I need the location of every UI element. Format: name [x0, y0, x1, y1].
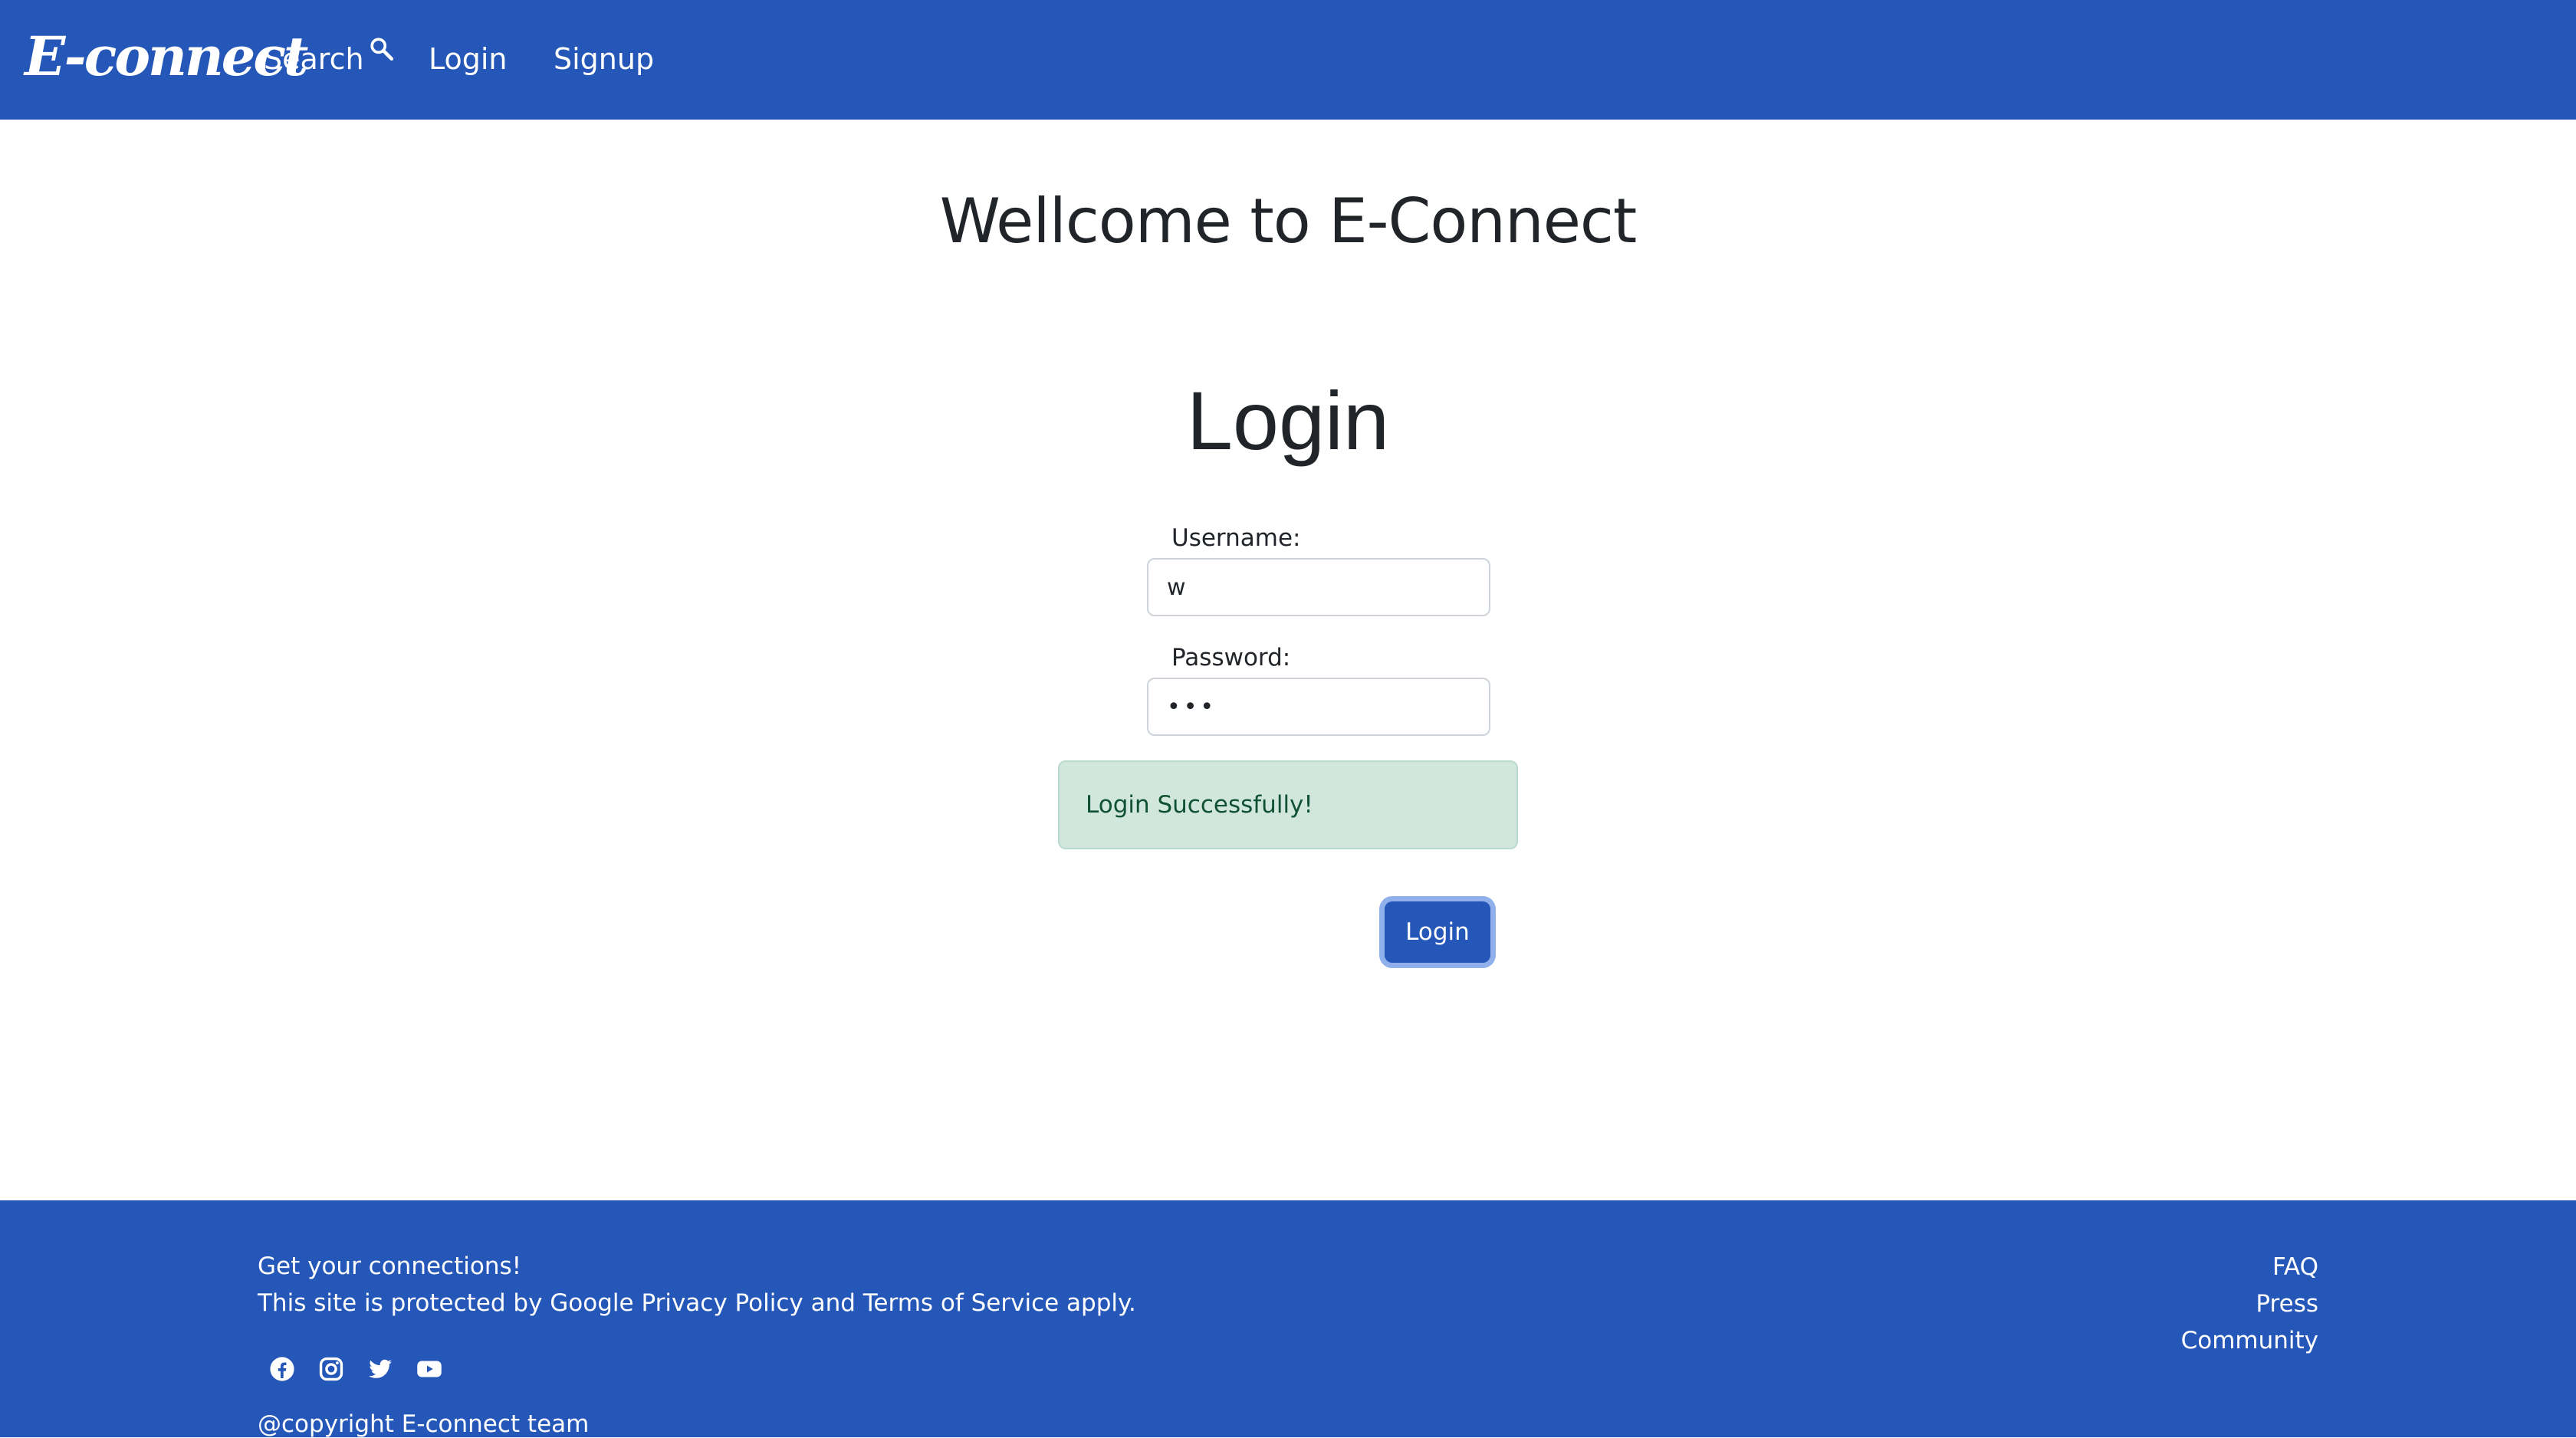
legal-prefix: This site is protected by Google — [258, 1289, 642, 1317]
password-input[interactable] — [1147, 678, 1490, 736]
facebook-icon[interactable] — [268, 1355, 296, 1383]
nav-search-label: Search — [264, 42, 364, 76]
instagram-icon[interactable] — [317, 1355, 345, 1383]
footer-legal-text: This site is protected by Google Privacy… — [258, 1289, 1136, 1317]
alert-message: Login Successfully! — [1086, 791, 1313, 819]
youtube-icon[interactable] — [416, 1355, 443, 1383]
legal-and: and — [803, 1289, 863, 1317]
username-input[interactable] — [1147, 558, 1490, 616]
password-label: Password: — [1171, 644, 1291, 671]
top-navbar: E-connect Search Login Signup — [0, 0, 2576, 120]
footer-nav: FAQ Press Community — [2181, 1253, 2318, 1355]
login-form-title: Login — [1186, 374, 1390, 467]
username-label: Username: — [1171, 524, 1301, 552]
nav-login-link[interactable]: Login — [429, 31, 508, 87]
welcome-heading: Wellcome to E-Connect — [939, 185, 1638, 257]
footer-community-link[interactable]: Community — [2181, 1326, 2318, 1355]
footer-copyright: @copyright E-connect team — [258, 1410, 590, 1438]
social-links — [268, 1355, 443, 1383]
search-icon — [369, 35, 395, 69]
terms-of-service-link[interactable]: Terms of Service — [863, 1289, 1059, 1317]
footer-faq-link[interactable]: FAQ — [2181, 1253, 2318, 1282]
login-success-alert: Login Successfully! — [1058, 760, 1518, 849]
login-submit-button[interactable]: Login — [1385, 901, 1490, 963]
footer-press-link[interactable]: Press — [2181, 1289, 2318, 1318]
footer-tagline: Get your connections! — [258, 1253, 522, 1280]
legal-suffix: apply. — [1059, 1289, 1136, 1317]
nav-signup-link[interactable]: Signup — [554, 31, 654, 87]
site-footer: Get your connections! This site is prote… — [0, 1200, 2576, 1438]
twitter-icon[interactable] — [366, 1355, 394, 1383]
nav-search-link[interactable]: Search — [264, 31, 395, 87]
privacy-policy-link[interactable]: Privacy Policy — [641, 1289, 803, 1317]
